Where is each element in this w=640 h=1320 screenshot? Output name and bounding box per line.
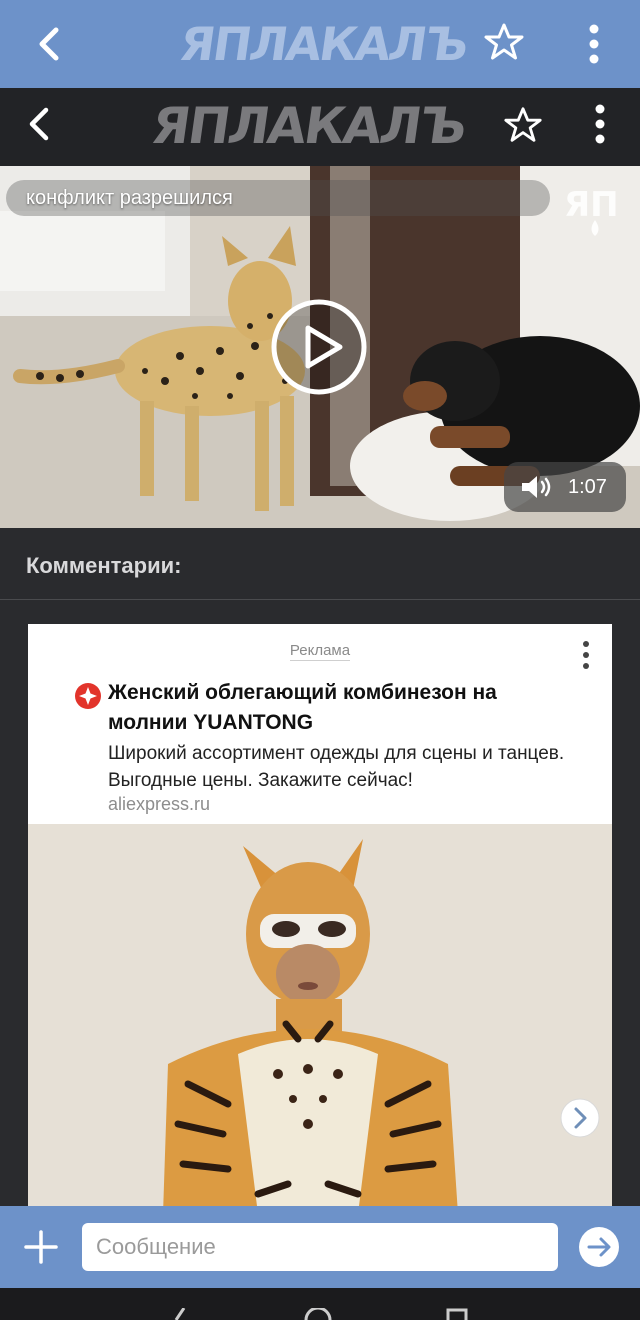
- site-kebab-menu-icon[interactable]: [584, 100, 616, 148]
- system-nav-bar: [0, 1288, 640, 1320]
- ad-photo: [28, 824, 612, 1214]
- nav-home-icon[interactable]: [302, 1308, 334, 1320]
- send-arrow-icon[interactable]: [578, 1226, 620, 1268]
- ad-title[interactable]: Женский облегающий комбинезон на молнии …: [108, 678, 578, 738]
- kebab-menu-icon[interactable]: [576, 20, 612, 68]
- message-bar: [0, 1206, 640, 1288]
- ad-domain[interactable]: aliexpress.ru: [108, 794, 210, 815]
- message-input[interactable]: [82, 1223, 558, 1271]
- ad-description: Широкий ассортимент одежды для сцены и т…: [108, 743, 565, 791]
- app-logo: ЯПЛАКАЛЪ: [176, 17, 471, 71]
- site-back-button[interactable]: [22, 102, 58, 146]
- aliexpress-logo-icon: [75, 683, 101, 709]
- ad-card[interactable]: Реклама Женский облегающий комбинезон на…: [28, 624, 612, 1214]
- ad-image[interactable]: [28, 824, 612, 1214]
- video-duration: 1:07: [568, 476, 607, 498]
- video-title: конфликт разрешился: [6, 180, 550, 216]
- app-toolbar: ЯПЛАКАЛЪ: [0, 0, 640, 88]
- site-logo[interactable]: ЯПЛАКАЛЪ: [148, 96, 486, 156]
- play-icon[interactable]: [270, 298, 368, 396]
- watermark-logo: ЯП: [564, 185, 619, 236]
- svg-text:ЯП: ЯП: [564, 185, 619, 225]
- star-icon[interactable]: [482, 20, 526, 64]
- back-button[interactable]: [30, 22, 70, 66]
- chevron-right-icon[interactable]: [560, 1098, 600, 1138]
- nav-back-icon[interactable]: [170, 1308, 190, 1320]
- nav-recent-icon[interactable]: [446, 1308, 468, 1320]
- ad-label: Реклама: [289, 642, 351, 661]
- duration-pill: 1:07: [504, 462, 626, 512]
- plus-icon[interactable]: [22, 1228, 60, 1266]
- ad-menu-icon[interactable]: [576, 638, 596, 672]
- site-star-icon[interactable]: [502, 104, 544, 146]
- comments-heading: Комментарии:: [0, 530, 640, 600]
- video-player[interactable]: конфликт разрешился ЯП 1:07: [0, 166, 640, 528]
- site-header: ЯПЛАКАЛЪ: [0, 88, 640, 166]
- volume-icon[interactable]: [520, 474, 554, 500]
